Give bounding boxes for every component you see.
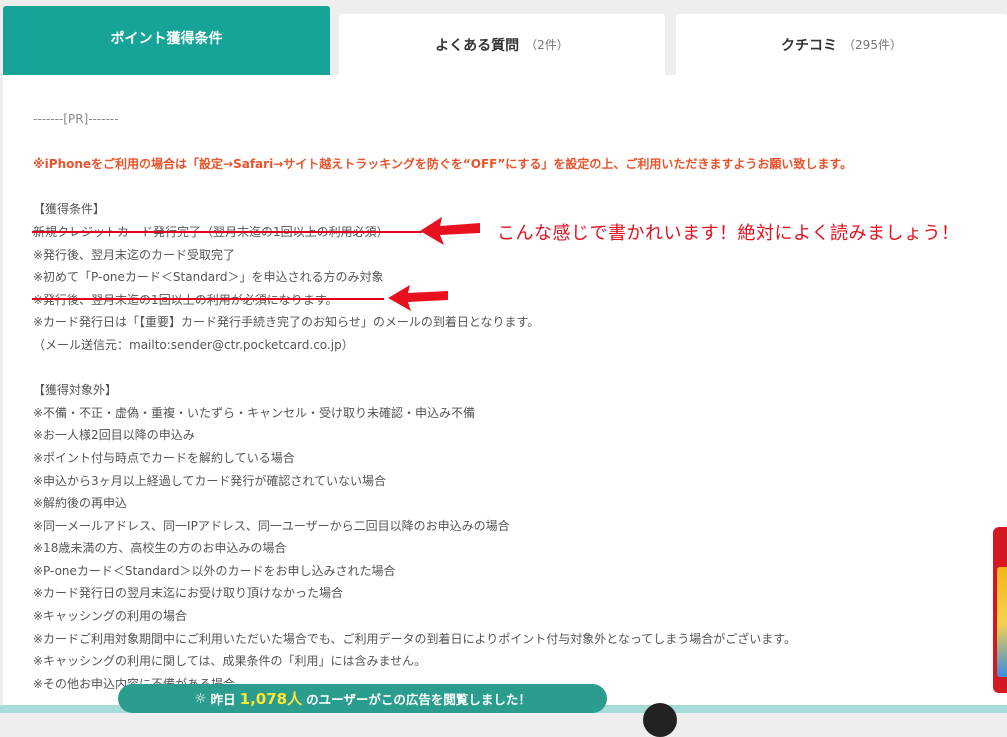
exclusion-item: ※カード発行日の翌月末迄にお受け取り頂けなかった場合 [33, 586, 344, 601]
banner-suffix: のユーザーがこの広告を閲覧しました！ [306, 692, 531, 707]
scroll-top-button[interactable] [643, 703, 677, 737]
banner-prefix: 昨日 [210, 692, 236, 707]
side-ad-image [997, 567, 1007, 677]
condition-item: ※初めて「P-oneカード＜Standard＞」を申込される方のみ対象 [33, 270, 384, 285]
conditions-heading: 【獲得条件】 [33, 202, 106, 217]
tab-label: ポイント獲得条件 [110, 30, 223, 47]
highlight-underline [32, 298, 384, 300]
tab-label: よくある質問 [435, 37, 520, 54]
condition-item: ※カード発行日は「【重要】カード発行手続き完了のお知らせ」のメールの到着日となり… [33, 315, 540, 330]
exclusion-item: ※解約後の再申込 [33, 496, 128, 511]
tab-count: （295件） [843, 38, 902, 52]
condition-item: ※発行後、翌月末迄のカード受取完了 [33, 247, 236, 262]
conditions-panel: -------[PR]------- ※iPhoneをご利用の場合は「設定→Sa… [3, 75, 1007, 713]
red-arrow-icon [420, 217, 480, 245]
tab-label: クチコミ [781, 37, 838, 54]
highlight-underline [32, 231, 422, 233]
condition-item: ※発行後、翌月末迄の1回以上の利用が必須になります。 [33, 289, 993, 312]
banner-count: 1,078人 [239, 690, 303, 708]
view-count-banner: ☼ 昨日 1,078人 のユーザーがこの広告を閲覧しました！ [118, 684, 607, 713]
annotation-text: こんな感じで書かれいます！絶対によく読みましょう！ [497, 223, 960, 244]
lightbulb-icon: ☼ [194, 690, 207, 707]
tab-point-conditions[interactable]: ポイント獲得条件 [3, 6, 330, 75]
exclusion-item: ※同一メールアドレス、同一IPアドレス、同一ユーザーから二回目以降のお申込みの場… [33, 518, 510, 533]
exclusion-item: ※キャッシングの利用に関しては、成果条件の「利用」には含みません。 [33, 654, 427, 669]
exclusion-item: ※18歳未満の方、高校生の方のお申込みの場合 [33, 541, 287, 556]
tab-faq[interactable]: よくある質問 （2件） [339, 14, 665, 75]
side-ad-banner[interactable] [993, 527, 1007, 693]
conditions-content: -------[PR]------- ※iPhoneをご利用の場合は「設定→Sa… [33, 108, 993, 695]
exclusion-item: ※カードご利用対象期間中にご利用いただいた場合でも、ご利用データの到着日によりポ… [33, 631, 797, 646]
exclusion-item: ※キャッシングの利用の場合 [33, 609, 188, 624]
tab-reviews[interactable]: クチコミ （295件） [676, 14, 1007, 75]
tab-bar: ポイント獲得条件 よくある質問 （2件） クチコミ （295件） [0, 0, 1007, 75]
pr-label: -------[PR]------- [33, 112, 119, 126]
exclusions-heading: 【獲得対象外】 [33, 383, 118, 398]
exclusion-item: ※ポイント付与時点でカードを解約している場合 [33, 450, 295, 465]
exclusion-item: ※申込から3ヶ月以上経過してカード発行が確認されていない場合 [33, 473, 386, 488]
tab-count: （2件） [525, 38, 569, 52]
condition-item: （メール送信元：mailto:sender@ctr.pocketcard.co.… [33, 337, 354, 352]
red-arrow-icon [388, 285, 448, 311]
exclusion-item: ※お一人様2回目以降の申込み [33, 428, 195, 443]
exclusion-item: ※P-oneカード＜Standard＞以外のカードをお申し込みされた場合 [33, 563, 396, 578]
exclusion-item: ※不備・不正・虚偽・重複・いたずら・キャンセル・受け取り未確認・申込み不備 [33, 405, 476, 420]
iphone-warning: ※iPhoneをご利用の場合は「設定→Safari→サイト越えトラッキングを防ぐ… [33, 157, 853, 172]
